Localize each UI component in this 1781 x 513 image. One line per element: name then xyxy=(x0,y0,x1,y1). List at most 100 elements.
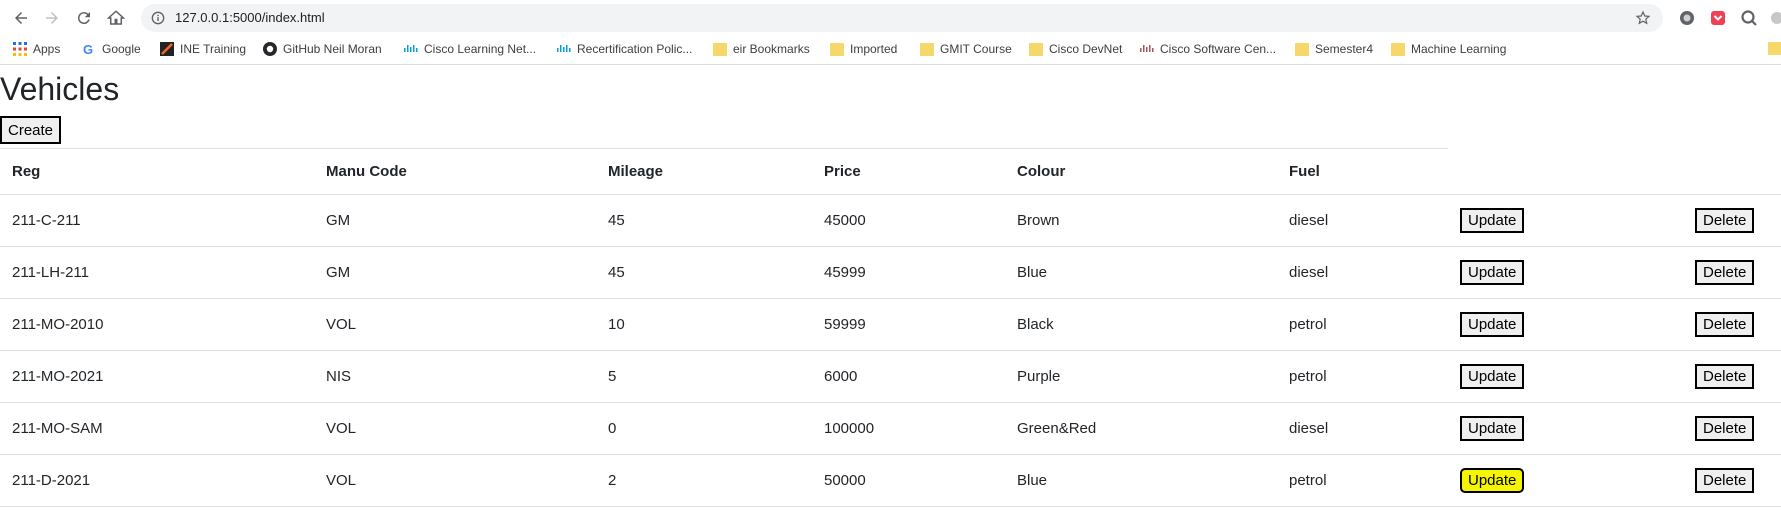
table-header-row: Reg Manu Code Mileage Price Colour Fuel xyxy=(0,148,1781,195)
site-info-icon[interactable] xyxy=(151,11,165,25)
cell-manu-code: VOL xyxy=(314,454,596,507)
bookmark-machine-learning[interactable]: Machine Learning xyxy=(1391,42,1506,56)
cell-delete: Delete xyxy=(1683,402,1781,455)
reload-icon[interactable] xyxy=(72,6,96,30)
cell-colour: Blue xyxy=(1005,454,1277,507)
ine-icon xyxy=(160,42,174,56)
bookmark-ine-training[interactable]: INE Training xyxy=(160,42,246,56)
cell-manu-code: VOL xyxy=(314,402,596,455)
browser-toolbar: 127.0.0.1:5000/index.html xyxy=(0,0,1781,36)
home-icon[interactable] xyxy=(104,6,128,30)
bookmark-semester4[interactable]: Semester4 xyxy=(1295,42,1373,56)
table-row: 211-MO-2010 VOL 10 59999 Black petrol Up… xyxy=(0,298,1781,351)
cell-delete: Delete xyxy=(1683,194,1781,247)
header-reg: Reg xyxy=(0,148,314,195)
pocket-extension-icon[interactable] xyxy=(1709,9,1727,27)
bookmark-gmit-course[interactable]: GMIT Course xyxy=(920,42,1012,56)
bookmark-label: Imported xyxy=(850,42,898,56)
cisco-icon xyxy=(404,42,418,56)
cell-mileage: 0 xyxy=(596,402,812,455)
cell-fuel: diesel xyxy=(1277,246,1448,299)
bookmark-apps[interactable]: Apps xyxy=(13,42,60,56)
bookmark-cisco-devnet[interactable]: Cisco DevNet xyxy=(1029,42,1122,56)
table-row: 211-D-2021 VOL 2 50000 Blue petrol Updat… xyxy=(0,454,1781,507)
folder-icon xyxy=(1295,42,1309,56)
header-mileage: Mileage xyxy=(596,148,812,195)
update-button[interactable]: Update xyxy=(1460,312,1525,337)
bookmark-star-icon[interactable] xyxy=(1635,10,1651,26)
cell-mileage: 5 xyxy=(596,350,812,403)
cell-fuel: petrol xyxy=(1277,454,1448,507)
apps-grid-icon xyxy=(13,42,27,56)
folder-icon xyxy=(713,42,727,56)
github-icon xyxy=(263,42,277,56)
table-row: 211-MO-2021 NIS 5 6000 Purple petrol Upd… xyxy=(0,350,1781,403)
cell-mileage: 45 xyxy=(596,246,812,299)
update-button[interactable]: Update xyxy=(1460,416,1525,441)
forward-arrow-icon[interactable] xyxy=(40,6,64,30)
cell-manu-code: VOL xyxy=(314,298,596,351)
bookmark-label: Semester4 xyxy=(1315,42,1374,56)
folder-icon xyxy=(920,42,934,56)
update-button-highlighted[interactable]: Update xyxy=(1460,468,1525,493)
cell-fuel: diesel xyxy=(1277,194,1448,247)
delete-button[interactable]: Delete xyxy=(1695,468,1755,493)
folder-icon xyxy=(830,42,844,56)
bookmark-label: Cisco DevNet xyxy=(1049,42,1123,56)
table-row: 211-C-211 GM 45 45000 Brown diesel Updat… xyxy=(0,194,1781,247)
delete-button[interactable]: Delete xyxy=(1695,208,1755,233)
cell-update: Update xyxy=(1448,194,1683,247)
delete-button[interactable]: Delete xyxy=(1695,416,1755,441)
bookmark-label: eir Bookmarks xyxy=(733,42,810,56)
cell-manu-code: GM xyxy=(314,246,596,299)
cell-reg: 211-MO-2021 xyxy=(0,350,314,403)
cell-reg: 211-MO-SAM xyxy=(0,402,314,455)
bookmark-label: Cisco Software Cen... xyxy=(1160,42,1277,56)
cell-mileage: 45 xyxy=(596,194,812,247)
cell-price: 59999 xyxy=(812,298,1005,351)
search-extension-icon[interactable] xyxy=(1740,9,1758,27)
cell-reg: 211-LH-211 xyxy=(0,246,314,299)
bookmark-recertification[interactable]: Recertification Polic... xyxy=(557,42,692,56)
bookmark-label: INE Training xyxy=(180,42,247,56)
cell-price: 45000 xyxy=(812,194,1005,247)
update-button[interactable]: Update xyxy=(1460,208,1525,233)
bookmark-github[interactable]: GitHub Neil Moran xyxy=(263,42,382,56)
bookmark-imported[interactable]: Imported xyxy=(830,42,897,56)
cell-fuel: petrol xyxy=(1277,350,1448,403)
delete-button[interactable]: Delete xyxy=(1695,312,1755,337)
cisco-icon xyxy=(1140,42,1154,56)
create-button[interactable]: Create xyxy=(0,116,62,144)
bookmark-label: Recertification Polic... xyxy=(577,42,693,56)
back-arrow-icon[interactable] xyxy=(9,6,33,30)
page-title: Vehicles xyxy=(0,71,120,107)
vehicles-table: Reg Manu Code Mileage Price Colour Fuel … xyxy=(0,148,1781,507)
delete-button[interactable]: Delete xyxy=(1695,260,1755,285)
bookmark-label: Google xyxy=(102,42,141,56)
cell-update: Update xyxy=(1448,298,1683,351)
bookmark-overflow[interactable] xyxy=(1768,42,1781,55)
cell-price: 45999 xyxy=(812,246,1005,299)
cell-fuel: petrol xyxy=(1277,298,1448,351)
bookmark-label: Cisco Learning Net... xyxy=(424,42,537,56)
cell-update: Update xyxy=(1448,402,1683,455)
profile-icon[interactable] xyxy=(1768,9,1781,27)
cell-delete: Delete xyxy=(1683,298,1781,351)
url-text: 127.0.0.1:5000/index.html xyxy=(175,10,325,25)
google-icon: G xyxy=(82,42,96,57)
delete-button[interactable]: Delete xyxy=(1695,364,1755,389)
header-delete xyxy=(1683,148,1781,195)
folder-icon xyxy=(1391,42,1405,56)
bookmark-google[interactable]: G Google xyxy=(82,42,141,57)
bookmark-cisco-software[interactable]: Cisco Software Cen... xyxy=(1140,42,1276,56)
cell-update: Update xyxy=(1448,350,1683,403)
bookmark-eir[interactable]: eir Bookmarks xyxy=(713,42,810,56)
cell-reg: 211-MO-2010 xyxy=(0,298,314,351)
address-bar[interactable]: 127.0.0.1:5000/index.html xyxy=(141,4,1663,32)
update-button[interactable]: Update xyxy=(1460,260,1525,285)
bookmark-cisco-learning[interactable]: Cisco Learning Net... xyxy=(404,42,536,56)
update-button[interactable]: Update xyxy=(1460,364,1525,389)
extension-circle-icon[interactable] xyxy=(1678,9,1696,27)
header-update xyxy=(1448,148,1683,195)
header-price: Price xyxy=(812,148,1005,195)
